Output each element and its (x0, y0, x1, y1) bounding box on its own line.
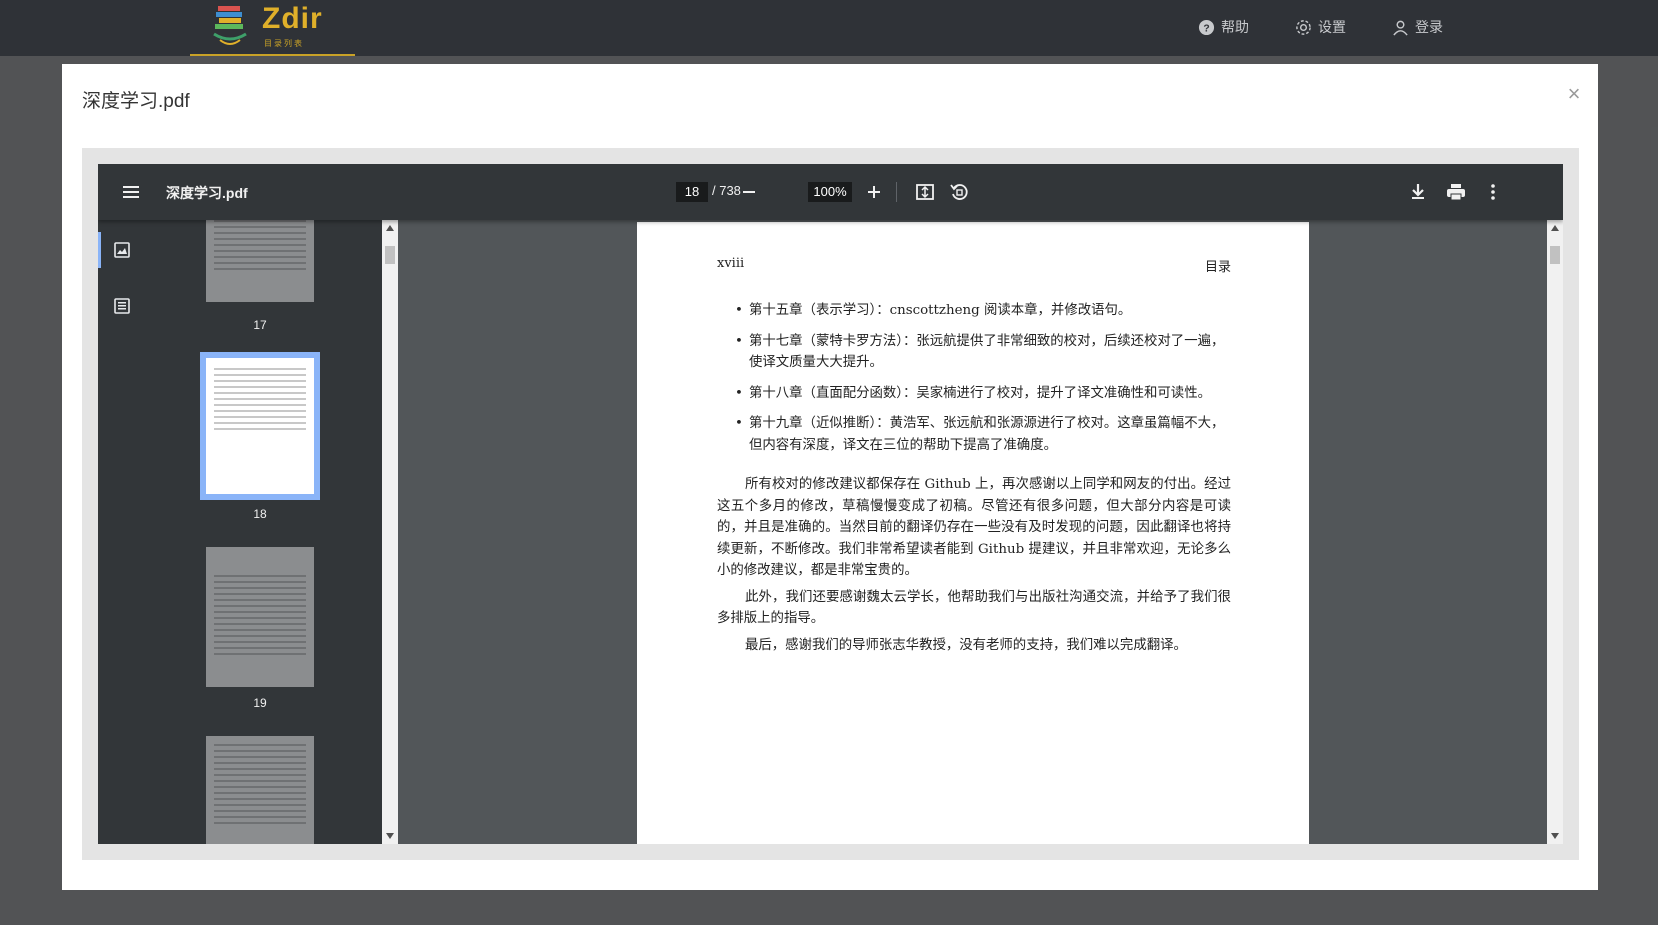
logo-text: Zdir (262, 2, 323, 35)
logo-subtitle: 目录列表 (264, 39, 304, 48)
thumbnail-page[interactable] (206, 736, 314, 844)
nav-settings[interactable]: 设置 (1295, 16, 1346, 38)
site-header: Zdir 目录列表 ? 帮助 设置 登录 (0, 0, 1658, 56)
nav-login[interactable]: 登录 (1392, 16, 1443, 38)
rail-active-indicator (98, 232, 101, 268)
more-options-icon[interactable] (1482, 181, 1504, 203)
page-total: / 738 (712, 183, 741, 198)
scrollbar-thumb[interactable] (1550, 246, 1560, 264)
site-logo[interactable]: Zdir 目录列表 (190, 0, 355, 56)
pdf-file-name: 深度学习.pdf (166, 185, 248, 201)
modal-title: 深度学习.pdf (82, 91, 190, 112)
zoom-out-icon[interactable] (738, 181, 760, 203)
list-item: 第十八章（直面配分函数）：吴家楠进行了校对，提升了译文准确性和可读性。 (735, 383, 1231, 405)
page-number-input[interactable]: 18 (676, 182, 708, 202)
pdf-preview-modal: 深度学习.pdf × 深度学习.pdf 18 / 738 100% 17 18 … (62, 64, 1598, 890)
pdf-toolbar: 深度学习.pdf 18 / 738 100% (98, 164, 1563, 220)
scrollbar-thumb[interactable] (385, 246, 395, 264)
rotate-icon[interactable] (948, 181, 970, 203)
viewer-frame: 深度学习.pdf 18 / 738 100% 17 18 19 xviii 目录… (82, 148, 1579, 860)
paragraph: 所有校对的修改建议都保存在 Github 上，再次感谢以上同学和网友的付出。经过… (717, 477, 1231, 578)
help-icon: ? (1198, 19, 1215, 35)
scroll-down-arrow[interactable] (1551, 833, 1559, 839)
list-item: 第十九章（近似推断）：黄浩军、张远航和张源源进行了校对。这章虽篇幅不大，但内容有… (735, 413, 1231, 456)
nav-settings-label: 设置 (1318, 19, 1346, 35)
thumbnail-page-selected[interactable] (200, 352, 320, 500)
scroll-up-arrow[interactable] (386, 225, 394, 231)
nav-help[interactable]: ? 帮助 (1198, 16, 1249, 38)
thumbnail-page[interactable] (206, 220, 314, 302)
document-scrollbar[interactable] (1547, 220, 1563, 844)
fit-page-icon[interactable] (914, 181, 936, 203)
acknowledgement-list: 第十五章（表示学习）：cnscottzheng 阅读本章，并修改语句。 第十七章… (717, 300, 1231, 456)
page-header-number: xviii (717, 256, 745, 271)
menu-icon[interactable] (120, 181, 142, 203)
close-icon[interactable]: × (1564, 83, 1584, 105)
thumbnail-label: 18 (253, 507, 267, 521)
scroll-down-arrow[interactable] (386, 833, 394, 839)
toolbar-divider (896, 182, 897, 202)
thumbnail-scrollbar[interactable] (382, 220, 398, 844)
thumbnail-panel: 17 18 19 (146, 220, 382, 844)
paragraph: 此外，我们还要感谢魏太云学长，他帮助我们与出版社沟通交流，并给予了我们很多排版上… (717, 589, 1231, 627)
nav-login-label: 登录 (1415, 19, 1443, 35)
list-item: 第十五章（表示学习）：cnscottzheng 阅读本章，并修改语句。 (735, 300, 1231, 322)
print-icon[interactable] (1445, 181, 1467, 203)
gear-icon (1296, 19, 1311, 35)
logo-books-icon (213, 6, 247, 45)
sidebar-rail (98, 220, 146, 844)
user-icon (1393, 20, 1408, 36)
page-body: 第十五章（表示学习）：cnscottzheng 阅读本章，并修改语句。 第十七章… (717, 300, 1231, 661)
download-icon[interactable] (1407, 181, 1429, 203)
zoom-in-icon[interactable] (863, 181, 885, 203)
pdf-viewer: 深度学习.pdf 18 / 738 100% 17 18 19 xviii 目录… (98, 164, 1563, 844)
scroll-up-arrow[interactable] (1551, 225, 1559, 231)
nav-help-label: 帮助 (1221, 19, 1249, 35)
outline-icon[interactable] (110, 294, 134, 318)
thumbnails-icon[interactable] (110, 238, 134, 262)
zoom-input[interactable]: 100% (808, 182, 852, 202)
list-item: 第十七章（蒙特卡罗方法）：张远航提供了非常细致的校对，后续还校对了一遍，使译文质… (735, 331, 1231, 374)
pdf-page: xviii 目录 第十五章（表示学习）：cnscottzheng 阅读本章，并修… (637, 222, 1309, 844)
thumbnail-page[interactable] (206, 547, 314, 687)
paragraph: 最后，感谢我们的导师张志华教授，没有老师的支持，我们难以完成翻译。 (745, 637, 1187, 653)
thumbnail-label: 19 (253, 696, 267, 710)
page-header-section: 目录 (1204, 260, 1231, 275)
svg-text:?: ? (1203, 23, 1209, 34)
thumbnail-label: 17 (253, 318, 267, 332)
